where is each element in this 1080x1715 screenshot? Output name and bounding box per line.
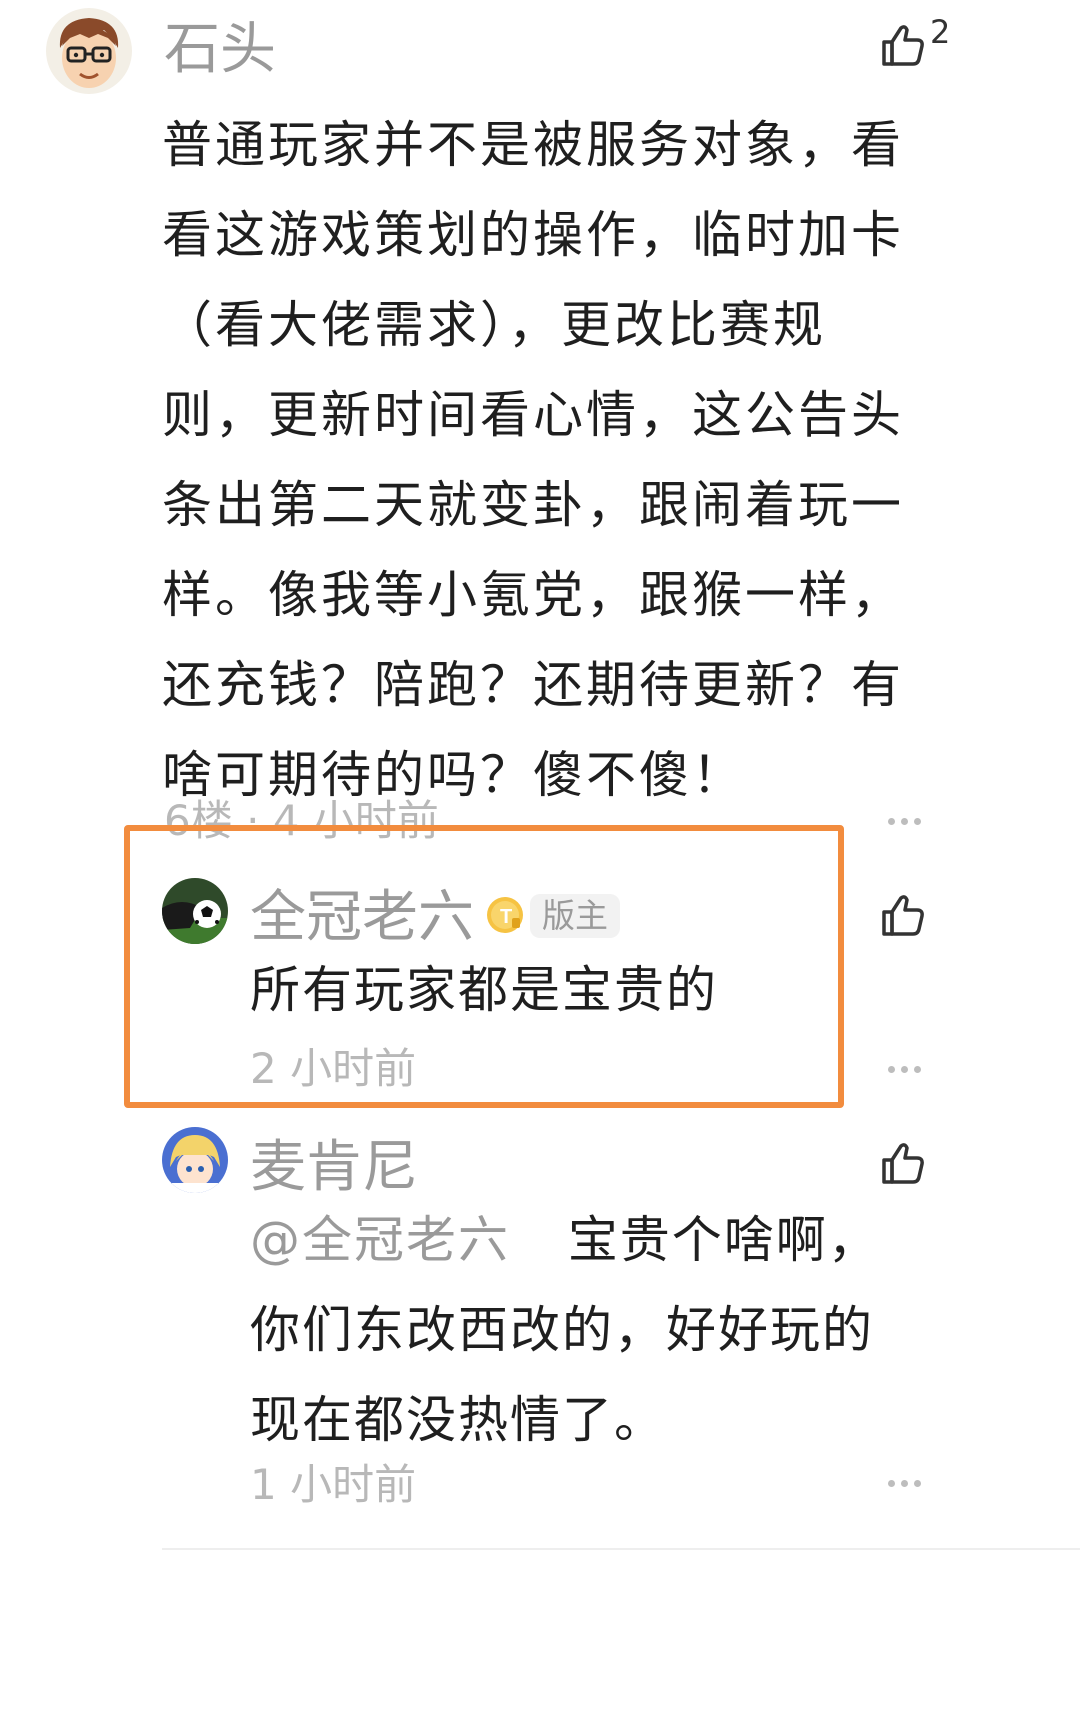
more-dot [888,1066,895,1073]
reply-more-button[interactable] [888,1480,921,1487]
reply-line: 你们东改西改的，好好玩的 [250,1301,874,1359]
comment-line: 则，更新时间看心情，这公告头 [162,386,904,444]
more-dot [914,1480,921,1487]
thumb-up-icon [882,895,924,936]
reply-body: @全冠老六 宝贵个啥啊， 你们东改西改的，好好玩的 现在都没热情了。 [250,1195,940,1465]
comment-line: 普通玩家并不是被服务对象，看 [162,116,904,174]
svg-text:T: T [500,906,512,928]
comment-line: 还充钱？陪跑？还期待更新？有 [162,656,904,714]
reply-author-name[interactable]: 全冠老六 [250,890,474,946]
comment-line: （看大佬需求），更改比赛规 [162,296,826,354]
more-dot [901,1066,908,1073]
divider [162,1548,1080,1550]
reply-like-button[interactable] [880,892,928,940]
more-dot [901,818,908,825]
more-dot [914,818,921,825]
comment-line: 看这游戏策划的操作，临时加卡 [162,206,904,264]
reply-time: 2 小时前 [250,1044,417,1093]
vip-badge-icon: T [486,896,524,934]
more-dot [901,1480,908,1487]
thumb-up-icon [882,25,924,66]
reply-line-text: 宝贵个啥啊， [567,1211,880,1269]
comment-line: 条出第二天就变卦，跟闹着玩一 [162,476,904,534]
avatar-quanguanlaoliu[interactable] [162,878,228,944]
comment-body: 普通玩家并不是被服务对象，看 看这游戏策划的操作，临时加卡 （看大佬需求），更改… [162,100,952,820]
comment-author-name[interactable]: 石头 [164,22,276,78]
mention-link[interactable]: @全冠老六 [250,1211,510,1269]
thumb-up-icon [882,1143,924,1184]
comment-like-button[interactable]: 2 [880,16,950,70]
reply-like-button[interactable] [880,1140,928,1188]
avatar-shitou[interactable] [46,8,132,94]
moderator-badge: 版主 [530,894,620,938]
comment-line: 样。像我等小氪党，跟猴一样， [162,566,904,624]
reply-line: @全冠老六 宝贵个啥啊， [250,1195,940,1285]
like-count: 2 [930,13,951,51]
reply-more-button[interactable] [888,1066,921,1073]
more-dot [888,818,895,825]
comment-more-button[interactable] [888,818,921,825]
reply-author-name[interactable]: 麦肯尼 [250,1140,418,1196]
reply-line: 现在都没热情了。 [250,1391,666,1449]
reply-time: 1 小时前 [250,1460,417,1509]
reply-text: 所有玩家都是宝贵的 [250,961,718,1019]
more-dot [888,1480,895,1487]
avatar-maikenni[interactable] [162,1127,228,1193]
more-dot [914,1066,921,1073]
